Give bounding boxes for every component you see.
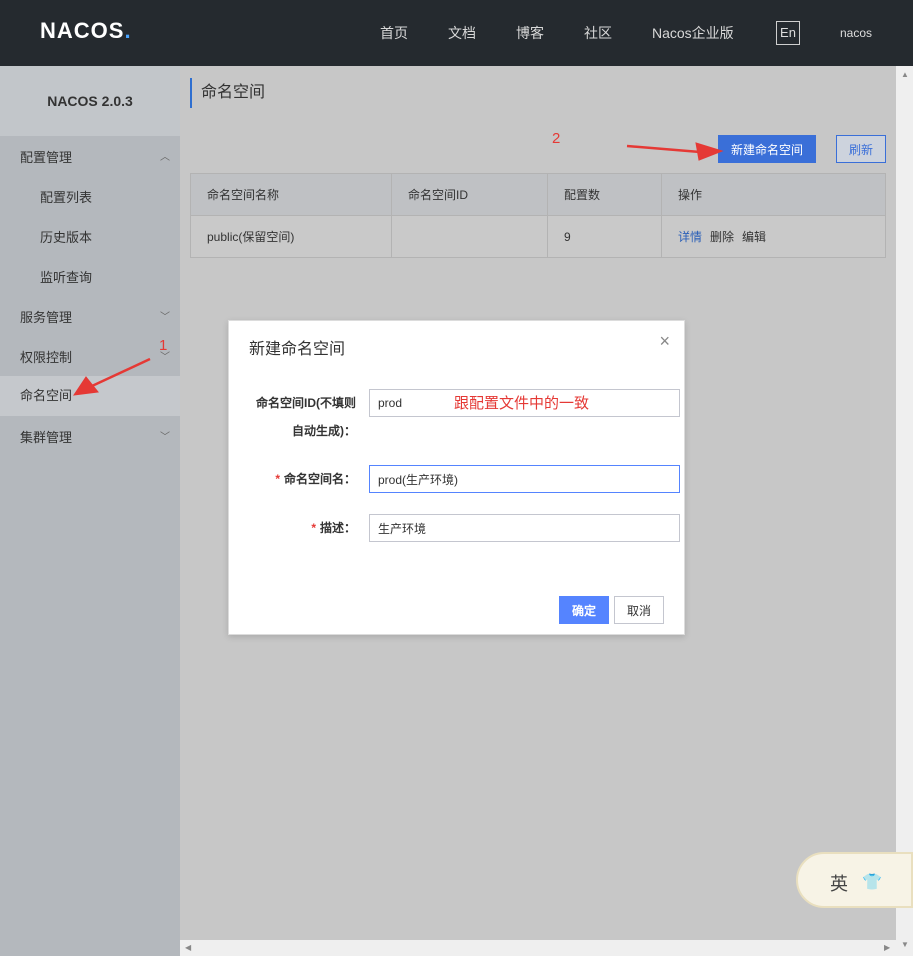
required-marker: * xyxy=(275,472,280,486)
required-marker: * xyxy=(311,521,316,535)
cancel-button[interactable]: 取消 xyxy=(614,596,664,624)
namespace-id-label-line1: 命名空间ID(不填则 xyxy=(256,396,356,410)
namespace-name-label: * 命名空间名： xyxy=(275,465,356,493)
scroll-left-icon[interactable]: ◀ xyxy=(185,943,191,952)
ime-widget[interactable]: 英 👕 xyxy=(796,852,913,908)
description-label-text: 描述： xyxy=(319,521,356,535)
vertical-scrollbar[interactable]: ▲ ▼ xyxy=(896,66,913,956)
ime-mode-label: 英 xyxy=(830,874,848,894)
scroll-right-icon[interactable]: ▶ xyxy=(884,943,890,952)
namespace-id-label-line2: 自动生成)： xyxy=(292,424,356,438)
close-icon[interactable]: × xyxy=(659,331,670,352)
red-arrow-icon xyxy=(72,357,151,396)
scroll-up-icon[interactable]: ▲ xyxy=(901,70,909,79)
horizontal-scrollbar[interactable]: ◀ ▶ xyxy=(180,940,896,956)
confirm-button[interactable]: 确定 xyxy=(559,596,609,624)
namespace-name-label-text: 命名空间名： xyxy=(283,472,356,486)
namespace-name-input[interactable] xyxy=(369,465,680,493)
red-arrow-icon xyxy=(626,142,724,161)
description-label: * 描述： xyxy=(311,514,356,542)
description-input[interactable] xyxy=(369,514,680,542)
new-namespace-dialog: 新建命名空间 × 命名空间ID(不填则 自动生成)： 跟配置文件中的一致 *命名… xyxy=(228,320,685,635)
namespace-id-hint: 跟配置文件中的一致 xyxy=(454,395,590,412)
dialog-title: 新建命名空间 xyxy=(249,341,346,358)
namespace-id-label: 命名空间ID(不填则 自动生成)： xyxy=(256,389,356,445)
shirt-icon: 👕 xyxy=(862,874,882,891)
scroll-down-icon[interactable]: ▼ xyxy=(901,940,909,949)
